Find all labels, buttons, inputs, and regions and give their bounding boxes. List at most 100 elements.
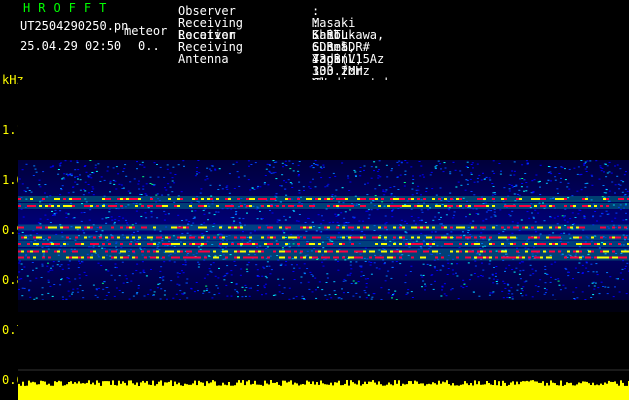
- noise-speckle: [18, 233, 21, 235]
- noise-speckle: [396, 176, 399, 178]
- noise-speckle: [564, 179, 567, 181]
- level-bar-column: [218, 385, 220, 400]
- level-bar-column: [334, 382, 336, 400]
- noise-speckle: [391, 295, 393, 297]
- echo-segment: [540, 226, 543, 229]
- meteor-label: meteor: [124, 24, 168, 38]
- echo-segment: [516, 256, 519, 259]
- echo-segment: [159, 205, 162, 207]
- echo-segment: [543, 243, 546, 245]
- echo-segment: [552, 250, 555, 253]
- echo-segment: [297, 236, 300, 239]
- noise-speckle: [583, 216, 586, 218]
- noise-speckle: [390, 194, 393, 196]
- noise-speckle: [106, 170, 109, 172]
- echo-segment: [156, 205, 159, 207]
- noise-speckle: [53, 284, 56, 285]
- echo-segment: [288, 205, 291, 207]
- level-bar-column: [454, 385, 456, 400]
- noise-speckle: [594, 282, 597, 284]
- noise-speckle: [467, 232, 469, 234]
- noise-speckle: [238, 185, 241, 187]
- level-bar-column: [154, 385, 156, 400]
- echo-segment: [519, 198, 522, 200]
- echo-segment: [21, 226, 24, 229]
- noise-speckle: [442, 265, 445, 267]
- echo-segment: [150, 198, 153, 200]
- echo-segment: [357, 236, 360, 239]
- echo-segment: [273, 236, 276, 239]
- noise-speckle: [316, 164, 319, 166]
- echo-segment: [300, 250, 303, 253]
- noise-speckle: [185, 219, 188, 221]
- noise-speckle: [248, 295, 251, 297]
- echo-segment: [471, 226, 474, 229]
- echo-segment: [603, 198, 606, 200]
- noise-speckle: [564, 168, 566, 170]
- echo-segment: [342, 205, 345, 207]
- noise-speckle: [572, 291, 575, 293]
- noise-speckle: [491, 194, 494, 196]
- noise-speckle: [142, 176, 145, 178]
- echo-segment: [156, 256, 159, 259]
- noise-speckle: [211, 297, 214, 299]
- echo-segment: [522, 243, 525, 245]
- echo-segment: [552, 236, 555, 239]
- noise-speckle: [432, 288, 435, 290]
- noise-speckle: [480, 179, 483, 181]
- echo-segment: [372, 198, 375, 200]
- noise-speckle: [471, 162, 474, 164]
- noise-speckle: [404, 231, 407, 233]
- level-bar-column: [176, 384, 178, 400]
- noise-speckle: [166, 298, 168, 300]
- noise-speckle: [361, 230, 364, 232]
- level-bar-column: [380, 384, 382, 400]
- noise-speckle: [225, 186, 228, 188]
- noise-speckle: [422, 280, 425, 282]
- noise-speckle: [121, 292, 124, 294]
- noise-speckle: [215, 211, 218, 213]
- level-bar-column: [88, 380, 90, 400]
- noise-speckle: [59, 210, 62, 212]
- noise-speckle: [489, 292, 492, 294]
- noise-speckle: [183, 165, 185, 167]
- noise-speckle: [95, 231, 98, 233]
- level-bar-column: [246, 381, 248, 400]
- noise-speckle: [244, 295, 247, 297]
- echo-segment: [270, 205, 273, 207]
- noise-speckle: [625, 171, 627, 173]
- echo-segment: [174, 205, 177, 207]
- noise-speckle: [343, 278, 346, 280]
- noise-speckle: [516, 289, 519, 291]
- echo-segment: [333, 205, 336, 207]
- noise-speckle: [593, 285, 596, 287]
- noise-speckle: [364, 292, 367, 294]
- echo-segment: [555, 243, 558, 245]
- level-bar-column: [202, 382, 204, 400]
- noise-speckle: [400, 219, 403, 221]
- echo-segment: [450, 243, 453, 245]
- echo-segment: [168, 236, 171, 239]
- noise-speckle: [590, 174, 593, 176]
- echo-segment: [51, 205, 54, 207]
- echo-segment: [207, 236, 210, 239]
- noise-speckle: [21, 169, 24, 171]
- noise-speckle: [79, 284, 82, 286]
- noise-speckle: [295, 296, 298, 298]
- noise-speckle: [159, 166, 162, 168]
- echo-segment: [372, 250, 375, 253]
- echo-segment: [282, 250, 285, 253]
- echo-segment: [354, 236, 357, 239]
- noise-speckle: [238, 176, 240, 178]
- noise-speckle: [224, 275, 227, 277]
- noise-speckle: [441, 289, 443, 291]
- noise-speckle: [108, 211, 111, 213]
- noise-speckle: [20, 263, 23, 265]
- echo-segment: [480, 236, 483, 239]
- noise-speckle: [531, 180, 534, 182]
- noise-speckle: [203, 222, 206, 224]
- noise-speckle: [205, 285, 208, 287]
- noise-speckle: [592, 281, 595, 283]
- echo-segment: [606, 256, 609, 259]
- noise-speckle: [210, 170, 213, 172]
